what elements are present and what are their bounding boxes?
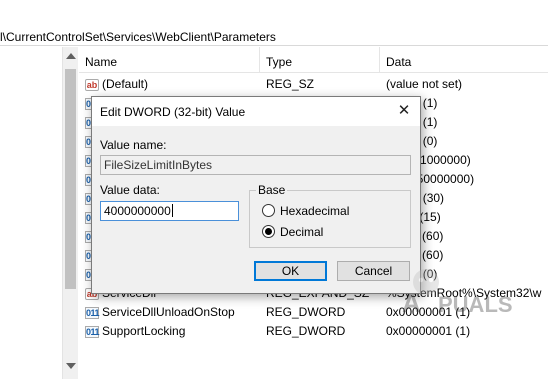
value-data-input[interactable]: 4000000000 <box>100 201 239 221</box>
value-data-cell: 0x00000001 (1) <box>386 305 471 319</box>
radio-hexadecimal[interactable]: Hexadecimal <box>262 203 349 219</box>
text-caret <box>171 204 173 217</box>
registry-path: l\CurrentControlSet\Services\WebClient\P… <box>0 30 276 44</box>
value-name-field: FileSizeLimitInBytes <box>100 155 411 175</box>
column-header-type[interactable]: Type <box>260 47 380 73</box>
value-name-text: FileSizeLimitInBytes <box>104 158 213 172</box>
dialog-title-bar: Edit DWORD (32-bit) Value ✕ <box>92 97 420 126</box>
registry-value-row[interactable]: ab (Default) REG_SZ (value not set) <box>79 75 548 94</box>
value-name-text: (Default) <box>102 77 149 91</box>
list-header: Name Type Data <box>79 47 548 73</box>
close-icon[interactable]: ✕ <box>394 101 414 121</box>
base-groupbox: Base Hexadecimal Decimal <box>249 183 411 248</box>
registry-value-row[interactable]: 011 SupportLocking REG_DWORD 0x00000001 (1) <box>79 322 548 341</box>
edit-dword-dialog: Edit DWORD (32-bit) Value ✕ Value name: … <box>91 96 421 294</box>
radio-decimal-label: Decimal <box>280 225 324 239</box>
registry-tree-pane[interactable] <box>0 47 62 379</box>
radio-hexadecimal-label: Hexadecimal <box>280 204 350 218</box>
radio-decimal-icon[interactable] <box>262 225 275 238</box>
value-name-cell: 011 SupportLocking <box>85 322 260 341</box>
binary-value-icon: 011 <box>85 306 100 319</box>
registry-value-row[interactable]: 011 ServiceDllUnloadOnStop REG_DWORD 0x0000… <box>79 303 548 322</box>
radio-hexadecimal-icon[interactable] <box>262 204 275 217</box>
value-data-cell: (value not set) <box>386 77 463 91</box>
tree-scrollbar[interactable] <box>62 47 78 379</box>
value-type-cell: REG_DWORD <box>266 324 346 338</box>
value-name-cell: ab (Default) <box>85 75 260 94</box>
value-data-cell: 0x00000001 (1) <box>386 324 471 338</box>
value-name-text: SupportLocking <box>102 324 186 338</box>
value-name-label: Value name: <box>100 138 167 152</box>
value-name-text: ServiceDllUnloadOnStop <box>102 305 235 319</box>
cancel-button[interactable]: Cancel <box>337 261 410 281</box>
value-type-cell: REG_DWORD <box>266 305 346 319</box>
scrollbar-thumb[interactable] <box>65 69 76 289</box>
scroll-up-icon[interactable] <box>66 53 76 59</box>
string-value-icon: ab <box>85 78 99 91</box>
ok-button[interactable]: OK <box>254 261 327 281</box>
dialog-title: Edit DWORD (32-bit) Value <box>100 105 246 119</box>
base-label: Base <box>256 183 288 197</box>
value-data-label: Value data: <box>100 183 160 197</box>
value-data-text: 4000000000 <box>104 204 171 218</box>
value-name-cell: 011 ServiceDllUnloadOnStop <box>85 303 260 322</box>
column-header-name[interactable]: Name <box>79 47 260 73</box>
scroll-down-icon[interactable] <box>66 363 76 369</box>
address-bar[interactable]: l\CurrentControlSet\Services\WebClient\P… <box>0 0 548 46</box>
binary-value-icon: 011 <box>85 325 100 338</box>
column-header-data[interactable]: Data <box>380 47 548 73</box>
radio-decimal[interactable]: Decimal <box>262 224 323 240</box>
value-type-cell: REG_SZ <box>266 77 315 91</box>
